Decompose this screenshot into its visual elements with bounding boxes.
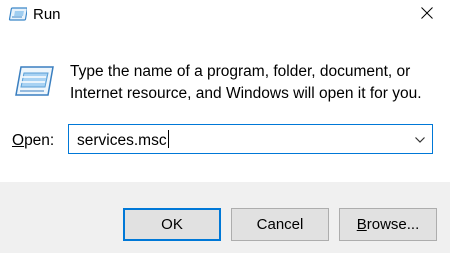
open-label-accelerator: O: [12, 132, 25, 149]
run-icon: [8, 5, 28, 23]
text-caret: [167, 130, 169, 148]
title-bar: Run: [0, 0, 450, 30]
close-button[interactable]: [404, 0, 450, 30]
open-label-text: pen:: [24, 132, 55, 149]
run-dialog: Run Type the name of a program, folder, …: [0, 0, 450, 253]
browse-button-label: rowse...: [366, 216, 420, 233]
button-bar: OK Cancel Browse...: [0, 182, 450, 253]
run-dialog-icon: [11, 63, 54, 99]
open-input-value: services.msc: [77, 132, 167, 149]
chevron-down-icon: [415, 130, 425, 148]
browse-button-accelerator: B: [356, 216, 367, 233]
open-label: Open:: [12, 131, 54, 151]
browse-button[interactable]: Browse...: [339, 208, 437, 241]
open-input[interactable]: services.msc: [77, 130, 169, 150]
dropdown-button[interactable]: [408, 125, 432, 153]
ok-button-label: OK: [161, 216, 183, 233]
close-icon: [421, 6, 433, 24]
cancel-button-label: Cancel: [256, 216, 304, 233]
open-combobox[interactable]: services.msc: [68, 124, 433, 154]
cancel-button[interactable]: Cancel: [231, 208, 329, 241]
dialog-content: Type the name of a program, folder, docu…: [0, 30, 450, 182]
ok-button[interactable]: OK: [123, 208, 221, 241]
window-title: Run: [33, 6, 61, 23]
instructions-text: Type the name of a program, folder, docu…: [70, 63, 422, 102]
